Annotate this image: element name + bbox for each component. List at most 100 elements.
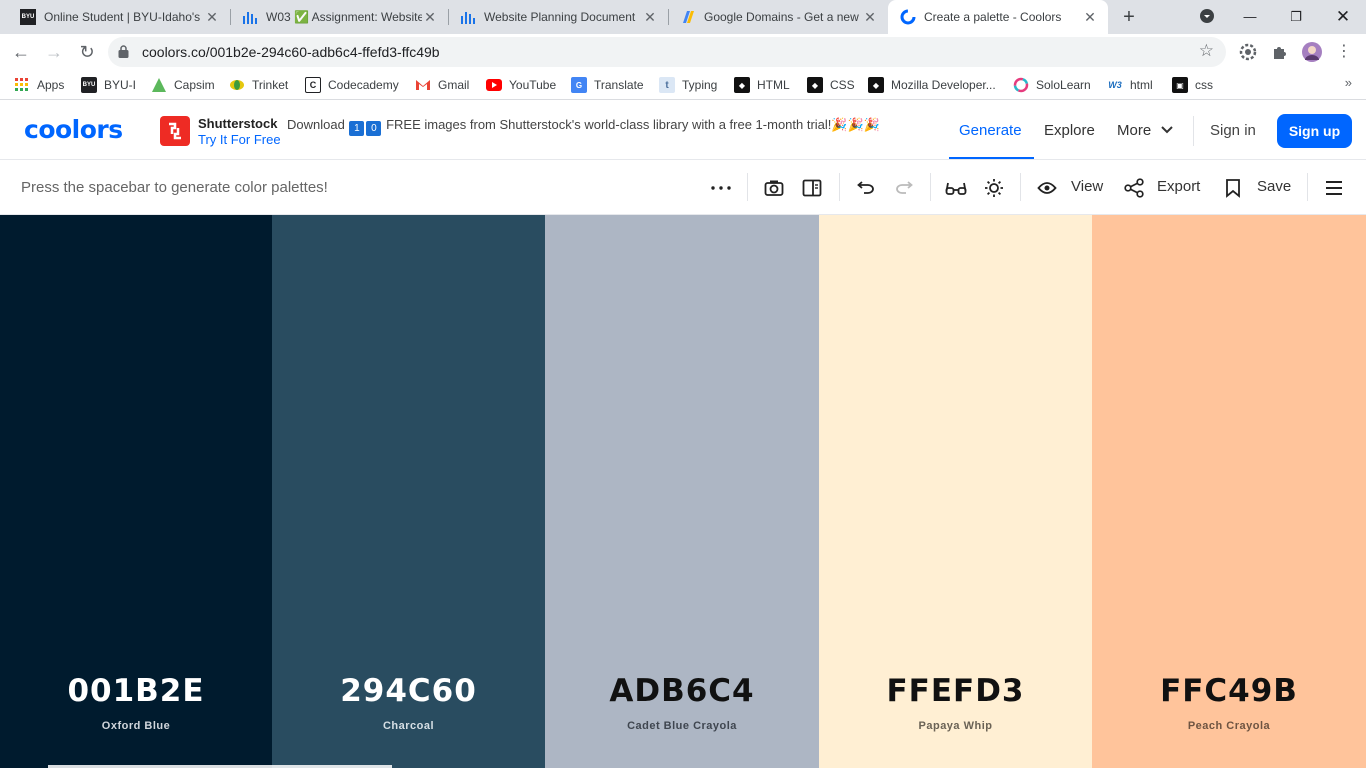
browser-tab-active[interactable]: Create a palette - Coolors ✕: [888, 0, 1108, 34]
hex-code[interactable]: FFEFD3: [819, 673, 1092, 709]
browser-tab[interactable]: Google Domains - Get a new ✕: [668, 0, 888, 34]
hex-code[interactable]: FFC49B: [1092, 673, 1366, 709]
bookmark-youtube[interactable]: YouTube: [486, 75, 556, 95]
bookmarks-more-icon[interactable]: »: [1345, 75, 1352, 90]
restore-icon[interactable]: ❐: [1284, 5, 1308, 29]
hex-code[interactable]: 001B2E: [0, 673, 272, 709]
bookmark-icon[interactable]: [1222, 177, 1244, 199]
view-button[interactable]: View: [1071, 178, 1103, 195]
html-icon: ◆: [734, 77, 750, 93]
nav-more[interactable]: More: [1117, 122, 1174, 139]
toolbar-divider: [1020, 173, 1021, 201]
close-icon[interactable]: ✕: [422, 9, 438, 26]
color-swatch[interactable]: 294C60 Charcoal: [272, 215, 545, 768]
browser-tab[interactable]: W03 ✅ Assignment: Website ✕: [230, 0, 448, 34]
eye-icon[interactable]: [1036, 177, 1058, 199]
color-swatch[interactable]: 001B2E Oxford Blue: [0, 215, 272, 768]
ad-brand: Shutterstock: [198, 116, 278, 131]
browser-tab[interactable]: Website Planning Document ✕: [448, 0, 668, 34]
bookmark-css-2[interactable]: ▣ css: [1172, 75, 1213, 95]
hex-code[interactable]: ADB6C4: [545, 673, 819, 709]
bookmark-label: Apps: [37, 78, 65, 92]
gmail-icon: [415, 77, 431, 93]
bookmark-w3schools-html[interactable]: W3 html: [1107, 75, 1153, 95]
back-icon[interactable]: ←: [9, 40, 33, 64]
tab-search-icon[interactable]: [1195, 5, 1219, 29]
color-name[interactable]: Charcoal: [272, 720, 545, 732]
tab-title: Create a palette - Coolors: [924, 10, 1062, 24]
ad-link[interactable]: Try It For Free: [198, 132, 281, 147]
sign-in-link[interactable]: Sign in: [1210, 122, 1256, 139]
bookmark-css[interactable]: ◆ CSS: [807, 75, 855, 95]
minimize-icon[interactable]: —: [1238, 5, 1262, 29]
bookmark-typing[interactable]: t Typing: [659, 75, 717, 95]
glasses-icon[interactable]: [945, 177, 967, 199]
bookmark-label: BYU-I: [104, 78, 137, 92]
close-icon[interactable]: ✕: [642, 9, 658, 26]
bookmark-capsim[interactable]: Capsim: [151, 75, 215, 95]
color-name[interactable]: Oxford Blue: [0, 720, 272, 732]
save-button[interactable]: Save: [1257, 178, 1291, 195]
undo-icon[interactable]: [855, 177, 877, 199]
sidebar-toggle-icon[interactable]: [801, 177, 823, 199]
color-swatch[interactable]: FFC49B Peach Crayola: [1092, 215, 1366, 768]
bookmark-translate[interactable]: G Translate: [571, 75, 644, 95]
redo-icon[interactable]: [893, 177, 915, 199]
more-options-icon[interactable]: [710, 177, 732, 199]
nav-generate[interactable]: Generate: [959, 122, 1022, 139]
color-name[interactable]: Peach Crayola: [1092, 720, 1366, 732]
color-swatch[interactable]: ADB6C4 Cadet Blue Crayola: [545, 215, 819, 768]
toolbar-divider: [747, 173, 748, 201]
w3schools-icon: W3: [1107, 77, 1123, 93]
address-bar[interactable]: coolors.co/001b2e-294c60-adb6c4-ffefd3-f…: [108, 37, 1226, 67]
apps-grid-icon: [14, 77, 30, 93]
sun-icon[interactable]: [983, 177, 1005, 199]
close-window-icon[interactable]: ✕: [1331, 5, 1355, 29]
color-swatch[interactable]: FFEFD3 Papaya Whip: [819, 215, 1092, 768]
profile-avatar[interactable]: [1302, 42, 1322, 62]
close-icon[interactable]: ✕: [1082, 9, 1098, 26]
share-icon[interactable]: [1123, 177, 1145, 199]
hamburger-menu-icon[interactable]: [1323, 177, 1345, 199]
reload-icon[interactable]: ↻: [75, 40, 99, 64]
nav-explore[interactable]: Explore: [1044, 122, 1095, 139]
camera-icon[interactable]: [763, 177, 785, 199]
forward-icon[interactable]: →: [42, 40, 66, 64]
spacebar-hint: Press the spacebar to generate color pal…: [21, 179, 328, 196]
bookmark-mdn[interactable]: ◆ Mozilla Developer...: [868, 75, 996, 95]
byui-icon: BYU: [81, 77, 97, 93]
bookmark-trinket[interactable]: Trinket: [229, 75, 288, 95]
bookmarks-bar: Apps BYU BYU-I Capsim Trinket C Codecademy…: [0, 70, 1366, 100]
bookmark-apps[interactable]: Apps: [14, 75, 64, 95]
bookmark-label: Capsim: [174, 78, 215, 92]
bookmark-label: Mozilla Developer...: [891, 78, 996, 92]
bookmark-sololearn[interactable]: SoloLearn: [1013, 75, 1091, 95]
bookmark-star-icon[interactable]: ☆: [1199, 41, 1214, 61]
bookmark-html[interactable]: ◆ HTML: [734, 75, 790, 95]
new-tab-button[interactable]: +: [1118, 6, 1140, 28]
bookmark-label: SoloLearn: [1036, 78, 1091, 92]
shutterstock-icon[interactable]: [160, 116, 190, 146]
color-name[interactable]: Papaya Whip: [819, 720, 1092, 732]
close-icon[interactable]: ✕: [204, 9, 220, 26]
chevron-down-icon: [1161, 126, 1174, 134]
chrome-menu-icon[interactable]: ⋮: [1334, 42, 1354, 62]
browser-tab-strip: BYU Online Student | BYU-Idaho's ✕ W03 ✅…: [0, 0, 1366, 34]
hex-code[interactable]: 294C60: [272, 673, 545, 709]
close-icon[interactable]: ✕: [862, 9, 878, 26]
extension-gear-icon[interactable]: [1238, 42, 1258, 62]
bookmark-codecademy[interactable]: C Codecademy: [305, 75, 399, 95]
bookmark-label: CSS: [830, 78, 855, 92]
export-button[interactable]: Export: [1157, 178, 1200, 195]
ad-digit: 1: [349, 121, 365, 136]
toolbar-divider: [930, 173, 931, 201]
color-name[interactable]: Cadet Blue Crayola: [545, 720, 819, 732]
chart-icon: [460, 9, 476, 25]
bookmark-gmail[interactable]: Gmail: [415, 75, 469, 95]
bookmark-label: Typing: [682, 78, 718, 92]
browser-tab[interactable]: BYU Online Student | BYU-Idaho's ✕: [8, 0, 230, 34]
sign-up-button[interactable]: Sign up: [1277, 114, 1352, 148]
extensions-puzzle-icon[interactable]: [1270, 42, 1290, 62]
bookmark-byui[interactable]: BYU BYU-I: [81, 75, 136, 95]
coolors-logo[interactable]: coolors: [24, 115, 123, 144]
